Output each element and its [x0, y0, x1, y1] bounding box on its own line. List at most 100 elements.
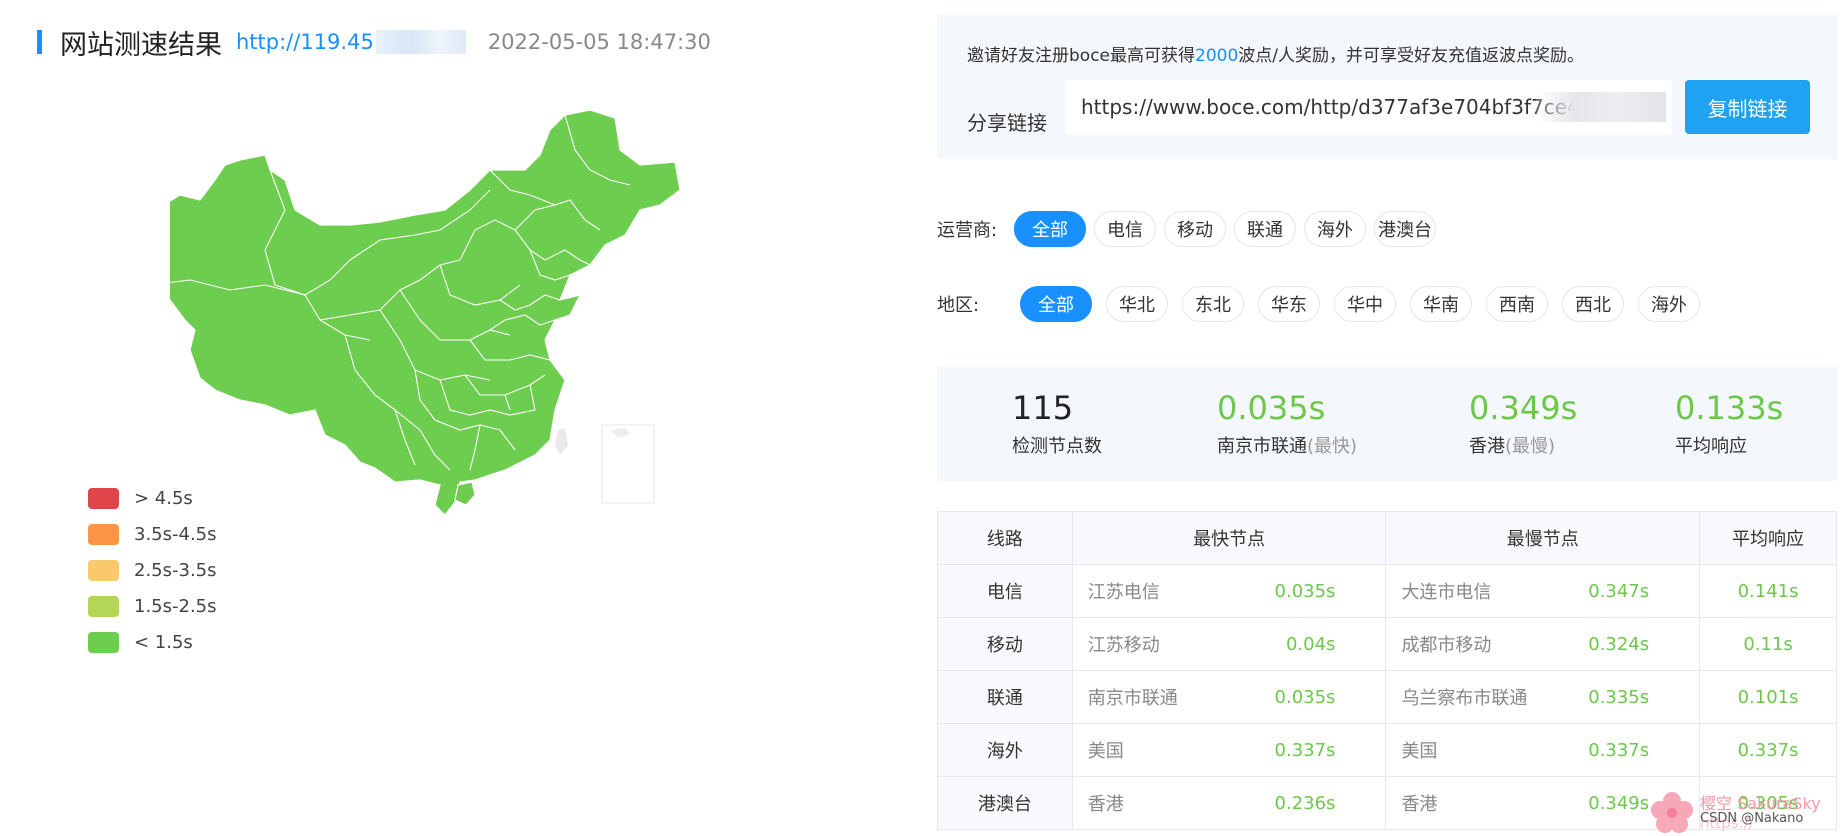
fastest-node-cell: 香港 0.236s — [1071, 776, 1387, 830]
operator-chip[interactable]: 全部 — [1014, 211, 1086, 247]
slowest-node-name: 乌兰察布市联通 — [1401, 688, 1528, 709]
stat-fastest-node: 南京市联通 — [1217, 436, 1307, 457]
slowest-node-time: 0.324s — [1588, 633, 1650, 655]
operator-chip[interactable]: 联通 — [1234, 211, 1296, 247]
average-response-cell: 0.11s — [1699, 617, 1837, 671]
fastest-node-cell: 美国 0.337s — [1071, 723, 1387, 777]
fastest-node-time: 0.035s — [1274, 686, 1336, 708]
region-chip[interactable]: 华北 — [1106, 286, 1168, 322]
fastest-node-cell: 南京市联通 0.035s — [1071, 670, 1387, 724]
fastest-node-time: 0.04s — [1285, 633, 1336, 655]
stat-slowest-node: 香港 — [1469, 436, 1505, 457]
page-title: 网站测速结果 — [60, 29, 222, 61]
slowest-node-time: 0.347s — [1588, 580, 1650, 602]
invite-message: 邀请好友注册boce最高可获得2000波点/人奖励，并可享受好友充值返波点奖励。 — [967, 41, 1584, 66]
slowest-node-time: 0.349s — [1588, 792, 1650, 814]
route-results-table: 线路 最快节点 最慢节点 平均响应 电信 江苏电信 0.035s 大连市电信 0.347… — [937, 511, 1837, 830]
region-filter: 地区: 全部 华北 东北 华东 华中 华南 西南 西北 海外 — [937, 286, 1700, 322]
col-header-average: 平均响应 — [1699, 511, 1837, 565]
slowest-node-name: 香港 — [1401, 794, 1438, 815]
route-cell: 港澳台 — [937, 776, 1073, 830]
stat-fastest-tag: (最快) — [1307, 436, 1358, 457]
table-row: 电信 江苏电信 0.035s 大连市电信 0.347s 0.141s — [937, 564, 1837, 618]
invite-reward-amount: 2000 — [1195, 46, 1239, 66]
slowest-node-cell: 乌兰察布市联通 0.335s — [1385, 670, 1701, 724]
legend-swatch — [88, 487, 119, 509]
summary-stats: 115 检测节点数 0.035s 南京市联通(最快) 0.349s 香港(最慢)… — [937, 366, 1837, 481]
fastest-node-name: 江苏电信 — [1087, 582, 1160, 603]
fastest-node-cell: 江苏移动 0.04s — [1071, 617, 1387, 671]
legend-swatch — [88, 631, 119, 653]
slowest-node-cell: 成都市移动 0.324s — [1385, 617, 1701, 671]
operator-filter: 运营商: 全部 电信 移动 联通 海外 港澳台 — [937, 211, 1436, 247]
invite-panel: 邀请好友注册boce最高可获得2000波点/人奖励，并可享受好友充值返波点奖励。… — [937, 14, 1837, 159]
route-cell: 移动 — [937, 617, 1073, 671]
slowest-node-time: 0.337s — [1588, 739, 1650, 761]
map-mainland[interactable] — [144, 109, 681, 516]
stat-average-label: 平均响应 — [1675, 436, 1747, 457]
copy-link-button[interactable]: 复制链接 — [1685, 80, 1810, 134]
average-response-cell: 0.101s — [1699, 670, 1837, 724]
legend-item[interactable]: > 4.5s — [88, 480, 217, 516]
operator-chip[interactable]: 移动 — [1164, 211, 1226, 247]
legend-label: > 4.5s — [134, 487, 193, 509]
fastest-node-name: 江苏移动 — [1087, 635, 1160, 656]
stat-slowest-tag: (最慢) — [1505, 436, 1556, 457]
legend-label: 1.5s-2.5s — [134, 595, 217, 617]
route-cell: 电信 — [937, 564, 1073, 618]
col-header-route: 线路 — [937, 511, 1073, 565]
average-response-cell: 0.337s — [1699, 723, 1837, 777]
slowest-node-name: 美国 — [1401, 741, 1438, 762]
map-hainan[interactable] — [454, 481, 476, 506]
invite-text-before: 邀请好友注册boce最高可获得 — [967, 46, 1195, 66]
route-cell: 联通 — [937, 670, 1073, 724]
region-chip[interactable]: 华中 — [1334, 286, 1396, 322]
legend-label: < 1.5s — [134, 631, 193, 653]
china-map-svg[interactable] — [144, 109, 810, 610]
region-chip[interactable]: 东北 — [1182, 286, 1244, 322]
legend-item[interactable]: 1.5s-2.5s — [88, 588, 217, 624]
tested-url-link[interactable]: http://119.45 — [236, 30, 374, 54]
share-link-field[interactable]: https://www.boce.com/http/d377af3e704bf3… — [1065, 80, 1672, 134]
inset-islands — [610, 428, 630, 438]
region-chip[interactable]: 华南 — [1410, 286, 1472, 322]
test-datetime: 2022-05-05 18:47:30 — [487, 30, 711, 54]
table-header-row: 线路 最快节点 最慢节点 平均响应 — [937, 511, 1837, 565]
sakura-flower-icon — [1651, 792, 1693, 833]
legend-item[interactable]: 3.5s-4.5s — [88, 516, 217, 552]
col-header-fastest: 最快节点 — [1071, 511, 1387, 565]
title-accent-bar — [37, 30, 42, 54]
region-chip[interactable]: 西北 — [1562, 286, 1624, 322]
region-filter-label: 地区: — [937, 295, 980, 316]
legend-item[interactable]: 2.5s-3.5s — [88, 552, 217, 588]
url-redaction-blur — [375, 30, 466, 54]
stat-slowest-value: 0.349s — [1469, 389, 1578, 427]
south-china-sea-inset — [601, 424, 655, 504]
invite-text-after: 波点/人奖励，并可享受好友充值返波点奖励。 — [1238, 46, 1584, 66]
speed-test-page: 网站测速结果 http://119.45 2022-05-05 18:47:30 — [0, 0, 1845, 836]
operator-chip[interactable]: 电信 — [1094, 211, 1156, 247]
fastest-node-cell: 江苏电信 0.035s — [1071, 564, 1387, 618]
legend-label: 2.5s-3.5s — [134, 559, 217, 581]
stat-node-count: 115 检测节点数 — [1012, 386, 1102, 458]
stat-average-value: 0.133s — [1675, 389, 1784, 427]
watermark: 樱空 SakuraSky https:// CSDN @Nakano — [1650, 786, 1845, 836]
page-header: 网站测速结果 http://119.45 2022-05-05 18:47:30 — [37, 26, 711, 61]
stat-node-count-label: 检测节点数 — [1012, 436, 1102, 457]
operator-chip[interactable]: 港澳台 — [1374, 211, 1436, 247]
region-chip[interactable]: 全部 — [1020, 286, 1092, 322]
operator-chip[interactable]: 海外 — [1304, 211, 1366, 247]
region-chip[interactable]: 海外 — [1638, 286, 1700, 322]
legend-item[interactable]: < 1.5s — [88, 624, 217, 660]
stat-slowest: 0.349s 香港(最慢) — [1469, 386, 1577, 458]
average-response-cell: 0.141s — [1699, 564, 1837, 618]
slowest-node-time: 0.335s — [1588, 686, 1650, 708]
slowest-node-name: 成都市移动 — [1401, 635, 1492, 656]
taiwan-island[interactable] — [555, 428, 568, 455]
china-speed-map[interactable] — [144, 109, 810, 610]
legend-label: 3.5s-4.5s — [134, 523, 217, 545]
stat-average: 0.133s 平均响应 — [1675, 386, 1783, 458]
region-chip[interactable]: 华东 — [1258, 286, 1320, 322]
slowest-node-name: 大连市电信 — [1401, 582, 1492, 603]
region-chip[interactable]: 西南 — [1486, 286, 1548, 322]
